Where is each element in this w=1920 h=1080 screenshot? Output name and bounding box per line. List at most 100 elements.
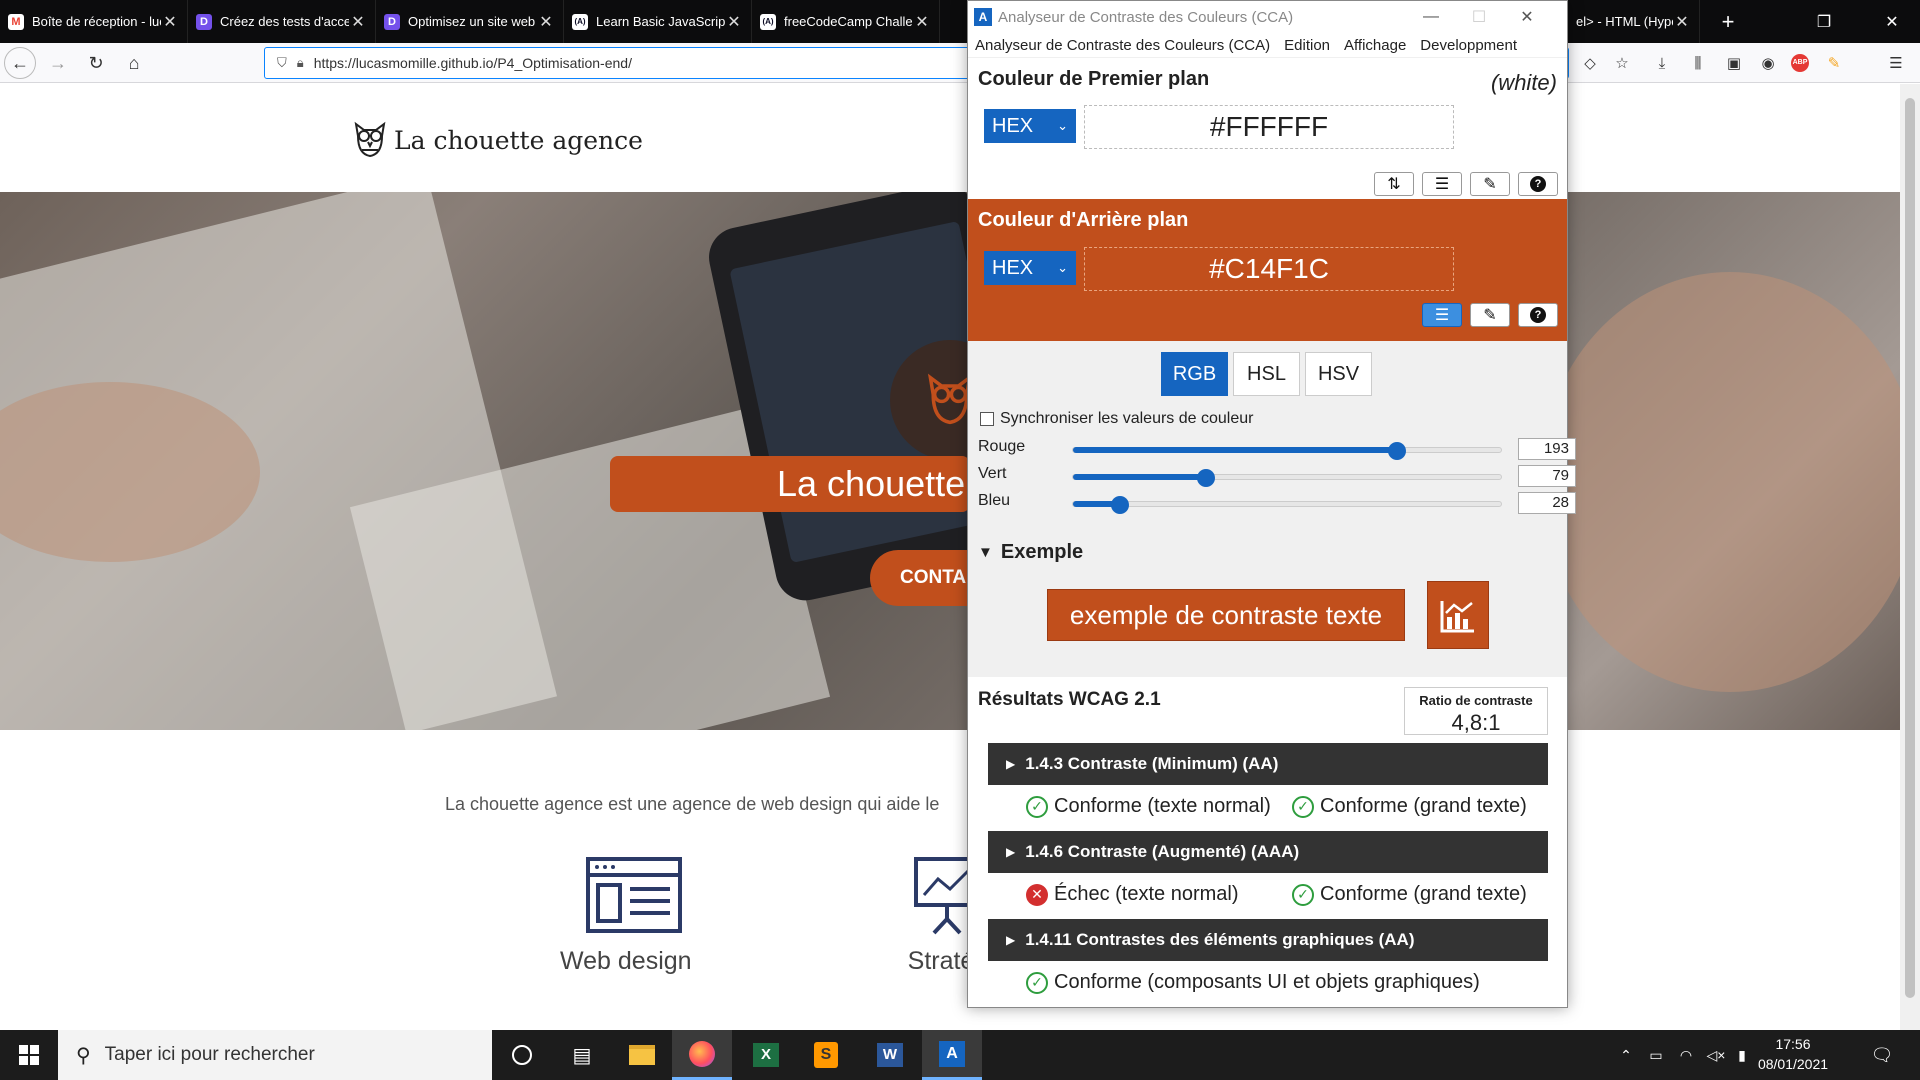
help-icon[interactable]: ? (1518, 172, 1558, 196)
download-icon[interactable]: ⤓ (1650, 51, 1674, 75)
ratio-label: Ratio de contraste (1419, 693, 1533, 708)
file-explorer-icon[interactable] (612, 1030, 672, 1080)
meet-now-icon[interactable]: ▭ (1642, 1030, 1670, 1080)
taskbar-clock[interactable]: 17:56 08/01/2021 (1752, 1034, 1834, 1074)
minimize-button[interactable]: — (1408, 1, 1454, 33)
adjust-sliders-icon[interactable]: ☰ (1422, 303, 1462, 327)
search-placeholder: Taper ici pour rechercher (104, 1044, 315, 1065)
result-line: ✓ Conforme (composants UI et objets grap… (1026, 971, 1480, 994)
background-hex-input[interactable]: #C14F1C (1084, 247, 1454, 291)
eyedropper-icon[interactable]: ✎ (1470, 303, 1510, 327)
back-arrow-icon[interactable]: ← (4, 47, 36, 79)
shield-icon[interactable]: ⛉ (277, 55, 287, 71)
windows-start-icon[interactable] (0, 1030, 58, 1080)
network-icon[interactable]: ◠ (1672, 1030, 1700, 1080)
swap-colors-icon[interactable]: ⇅ (1374, 172, 1414, 196)
slider-green: Vert 79 (978, 465, 1576, 487)
browser-tab[interactable]: D Créez des tests d'acces ✕ (188, 0, 376, 43)
slider-thumb[interactable] (1196, 469, 1215, 487)
close-tab-icon[interactable]: ✕ (349, 12, 367, 32)
contact-button[interactable]: CONTA (870, 550, 980, 606)
cortana-icon[interactable] (492, 1030, 552, 1080)
browser-tab[interactable]: M Boîte de réception - luc ✕ (0, 0, 188, 43)
page-scrollbar[interactable] (1900, 84, 1920, 1030)
slider-thumb[interactable] (1387, 442, 1406, 460)
slider-thumb[interactable] (1110, 496, 1129, 514)
tray-expand-icon[interactable]: ⌃ (1612, 1030, 1640, 1080)
example-toggle[interactable]: ▼ Exemple (978, 541, 1083, 564)
tab-hsv[interactable]: HSV (1305, 352, 1372, 396)
maximize-button[interactable]: ☐ (1456, 1, 1502, 33)
browser-tab[interactable]: (A) Learn Basic JavaScript: ✕ (564, 0, 752, 43)
foreground-format-select[interactable]: HEX ⌄ (984, 109, 1076, 143)
color-model-tabs: RGB HSL HSV (1161, 352, 1377, 396)
chevron-down-icon: ⌄ (1057, 118, 1068, 133)
browser-tab[interactable]: el> - HTML (Hype ✕ (1568, 0, 1700, 43)
cca-window-title: Analyseur de Contraste des Couleurs (CCA… (998, 8, 1294, 26)
slider-value-input[interactable]: 28 (1518, 492, 1576, 514)
excel-icon[interactable]: X (736, 1030, 796, 1080)
adjust-sliders-icon[interactable]: ☰ (1422, 172, 1462, 196)
sidebar-icon[interactable]: ▣ (1722, 51, 1746, 75)
notifications-icon[interactable]: 🗨︎ (1862, 1030, 1902, 1080)
site-logo[interactable]: La chouette agence (352, 120, 643, 160)
cca-titlebar[interactable]: A Analyseur de Contraste des Couleurs (C… (968, 1, 1567, 33)
fail-cross-icon: ✕ (1026, 883, 1048, 906)
sublime-text-icon[interactable]: S (796, 1030, 856, 1080)
tab-label: Boîte de réception - luc (32, 14, 161, 29)
close-tab-icon[interactable]: ✕ (537, 12, 555, 32)
menu-item-affichage[interactable]: Affichage (1337, 37, 1413, 54)
slider-track[interactable] (1072, 496, 1502, 514)
eyedropper-icon[interactable]: ✎ (1470, 172, 1510, 196)
extension-icon[interactable]: ✎ (1822, 51, 1846, 75)
close-button[interactable]: ✕ (1504, 1, 1550, 33)
example-heading: Exemple (1000, 541, 1084, 563)
menu-item-edition[interactable]: Edition (1277, 37, 1337, 54)
battery-icon[interactable]: ▮ (1732, 1030, 1752, 1080)
slider-value-input[interactable]: 193 (1518, 438, 1576, 460)
taskbar-search-input[interactable]: ⚲ Taper ici pour rechercher (58, 1030, 492, 1080)
firefox-icon[interactable] (672, 1030, 732, 1080)
library-icon[interactable]: ⫼ (1686, 51, 1710, 75)
foreground-hex-input[interactable]: #FFFFFF (1084, 105, 1454, 149)
close-tab-icon[interactable]: ✕ (913, 12, 931, 32)
task-view-icon[interactable]: ▤ (552, 1030, 612, 1080)
chart-icon (1427, 581, 1489, 649)
volume-icon[interactable]: ◁× (1702, 1030, 1730, 1080)
word-icon[interactable]: W (860, 1030, 920, 1080)
result-text: Conforme (grand texte) (1320, 883, 1527, 905)
criterion-1-4-6[interactable]: ▶ 1.4.6 Contraste (Augmenté) (AAA) (988, 831, 1548, 873)
home-icon[interactable]: ⌂ (118, 47, 150, 79)
menu-hamburger-icon[interactable]: ☰ (1884, 51, 1908, 75)
cca-taskbar-icon[interactable]: A (922, 1030, 982, 1080)
restore-window-button[interactable]: ❐ (1796, 0, 1852, 43)
menu-item-app[interactable]: Analyseur de Contraste des Couleurs (CCA… (968, 37, 1277, 54)
slider-track[interactable] (1072, 442, 1502, 460)
sync-checkbox[interactable] (980, 412, 994, 426)
background-format-select[interactable]: HEX ⌄ (984, 251, 1076, 285)
pocket-icon[interactable]: ◇ (1578, 51, 1602, 75)
tab-hsl[interactable]: HSL (1233, 352, 1300, 396)
slider-value-input[interactable]: 79 (1518, 465, 1576, 487)
browser-tab[interactable]: (A) freeCodeCamp Challen ✕ (752, 0, 940, 43)
sync-values-row[interactable]: Synchroniser les valeurs de couleur (980, 410, 1253, 428)
slider-track[interactable] (1072, 469, 1502, 487)
close-tab-icon[interactable]: ✕ (161, 12, 179, 32)
tab-rgb[interactable]: RGB (1161, 352, 1228, 396)
new-tab-button[interactable]: + (1700, 0, 1756, 43)
forward-arrow-icon[interactable]: → (42, 47, 74, 79)
reload-icon[interactable]: ↻ (80, 47, 112, 79)
close-window-button[interactable]: ✕ (1864, 0, 1920, 43)
help-icon[interactable]: ? (1518, 303, 1558, 327)
lock-icon[interactable]: 🔒︎ (297, 55, 304, 71)
bookmark-star-icon[interactable]: ☆ (1610, 51, 1634, 75)
criterion-1-4-11[interactable]: ▶ 1.4.11 Contrastes des éléments graphiq… (988, 919, 1548, 961)
adblock-icon[interactable]: ABP (1788, 51, 1812, 75)
menu-item-developpment[interactable]: Developpment (1413, 37, 1524, 54)
url-text[interactable]: https://lucasmomille.github.io/P4_Optimi… (314, 55, 632, 71)
criterion-1-4-3[interactable]: ▶ 1.4.3 Contraste (Minimum) (AA) (988, 743, 1548, 785)
account-icon[interactable]: ◉ (1756, 51, 1780, 75)
close-tab-icon[interactable]: ✕ (725, 12, 743, 32)
close-tab-icon[interactable]: ✕ (1673, 12, 1691, 32)
browser-tab[interactable]: D Optimisez un site web ✕ (376, 0, 564, 43)
